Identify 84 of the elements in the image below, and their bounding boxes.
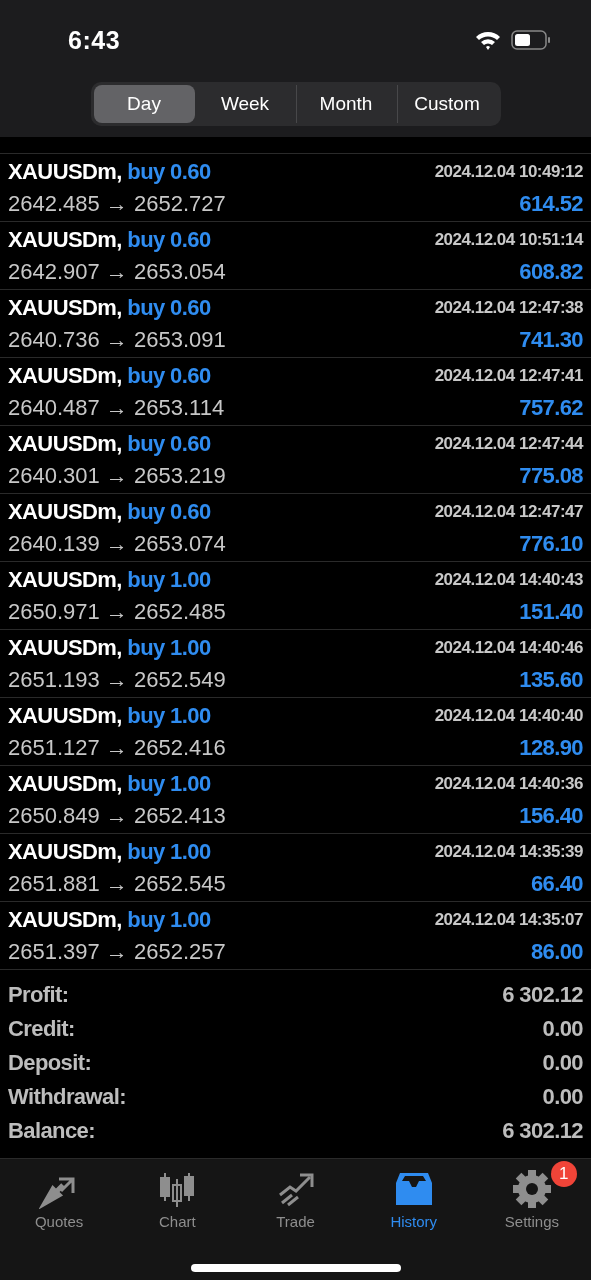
price-range: 2650.849 → 2652.413	[8, 802, 227, 829]
symbol-name: XAUUSDm,	[8, 158, 122, 184]
deal-time: 2024.12.04 14:40:46	[434, 637, 583, 658]
tab-bar-item[interactable]: Quotes	[0, 1159, 119, 1230]
deal-volume: buy 1.00	[127, 702, 211, 728]
deal-profit: 151.40	[518, 598, 583, 625]
battery-icon	[511, 29, 551, 51]
deal-volume: buy 1.00	[127, 770, 211, 796]
symbol-name: XAUUSDm,	[8, 294, 122, 320]
deal-time: 2024.12.04 14:35:39	[434, 841, 583, 862]
clock-time: 6:43	[68, 25, 121, 55]
deal-profit: 128.90	[518, 734, 583, 761]
deal-volume: buy 0.60	[127, 294, 211, 320]
price-range: 2651.881 → 2652.545	[8, 870, 227, 897]
summary-value: 6 302.12	[502, 982, 583, 1008]
symbol-name: XAUUSDm,	[8, 838, 122, 864]
summary-value: 0.00	[541, 1016, 583, 1042]
summary-value: 0.00	[541, 1084, 583, 1110]
symbol-name: XAUUSDm,	[8, 226, 122, 252]
tab-bar-item[interactable]: Settings 1	[472, 1159, 591, 1230]
price-range: 2650.971 → 2652.485	[8, 598, 227, 625]
wifi-icon	[475, 30, 501, 50]
tab-bar-item[interactable]: Trade	[236, 1159, 355, 1230]
deal-volume: buy 0.60	[127, 430, 211, 456]
symbol-name: XAUUSDm,	[8, 430, 122, 456]
price-range: 2651.397 → 2652.257	[8, 938, 227, 965]
deal-time: 2024.12.04 12:47:47	[434, 501, 583, 522]
deal-time: 2024.12.04 10:49:12	[434, 161, 583, 182]
deal-profit: 86.00	[529, 938, 583, 965]
symbol-name: XAUUSDm,	[8, 566, 122, 592]
deal-time: 2024.12.04 12:47:44	[434, 433, 583, 454]
deal-volume: buy 0.60	[127, 362, 211, 388]
deal-volume: buy 1.00	[127, 634, 211, 660]
symbol-name: XAUUSDm,	[8, 770, 122, 796]
summary-value: 6 302.12	[502, 1118, 583, 1144]
summary-value: 0.00	[541, 1050, 583, 1076]
summary-label: Credit:	[8, 1016, 76, 1042]
symbol-name: XAUUSDm,	[8, 702, 122, 728]
price-range: 2640.139 → 2653.074	[8, 530, 227, 557]
deal-profit: 757.62	[518, 394, 583, 421]
price-range: 2640.487 → 2653.114	[8, 394, 226, 421]
symbol-name: XAUUSDm,	[8, 906, 122, 932]
deal-volume: buy 1.00	[127, 906, 211, 932]
summary-label: Deposit:	[8, 1050, 93, 1076]
deal-time: 2024.12.04 14:40:40	[434, 705, 583, 726]
deal-profit: 156.40	[518, 802, 583, 829]
deal-profit: 741.30	[518, 326, 583, 353]
deal-volume: buy 1.00	[127, 566, 211, 592]
deal-profit: 776.10	[518, 530, 583, 557]
summary-label: Withdrawal:	[8, 1084, 127, 1110]
deal-profit: 608.82	[518, 258, 583, 285]
deal-profit: 66.40	[529, 870, 583, 897]
settings-icon	[511, 1169, 552, 1209]
price-range: 2651.127 → 2652.416	[8, 734, 227, 761]
period-tab[interactable]: Week	[194, 85, 296, 123]
deal-time: 2024.12.04 12:47:38	[434, 297, 583, 318]
period-tab[interactable]: Custom	[396, 85, 498, 123]
price-range: 2642.907 → 2653.054	[8, 258, 227, 285]
deal-time: 2024.12.04 14:35:07	[434, 909, 583, 930]
deal-time: 2024.12.04 14:40:43	[434, 569, 583, 590]
summary-label: Balance:	[8, 1118, 96, 1144]
deal-profit: 775.08	[518, 462, 583, 489]
deal-volume: buy 1.00	[127, 838, 211, 864]
period-tab[interactable]: Day	[93, 85, 195, 123]
symbol-name: XAUUSDm,	[8, 634, 122, 660]
deal-time: 2024.12.04 10:51:14	[434, 229, 583, 250]
notification-badge: 1	[550, 1161, 577, 1187]
summary-label: Profit:	[8, 982, 70, 1008]
price-range: 2651.193 → 2652.549	[8, 666, 227, 693]
price-range: 2642.485 → 2652.727	[8, 190, 227, 217]
tab-bar-item[interactable]: Chart	[118, 1159, 237, 1230]
deal-profit: 135.60	[518, 666, 583, 693]
tab-bar-item[interactable]: History	[354, 1159, 473, 1230]
symbol-name: XAUUSDm,	[8, 498, 122, 524]
deal-time: 2024.12.04 14:40:36	[434, 773, 583, 794]
deal-volume: buy 0.60	[127, 158, 211, 184]
period-tab[interactable]: Month	[295, 85, 397, 123]
deal-volume: buy 0.60	[127, 498, 211, 524]
price-range: 2640.301 → 2653.219	[8, 462, 227, 489]
deal-time: 2024.12.04 12:47:41	[434, 365, 583, 386]
price-range: 2640.736 → 2653.091	[8, 326, 227, 353]
deal-volume: buy 0.60	[127, 226, 211, 252]
deal-profit: 614.52	[518, 190, 583, 217]
symbol-name: XAUUSDm,	[8, 362, 122, 388]
